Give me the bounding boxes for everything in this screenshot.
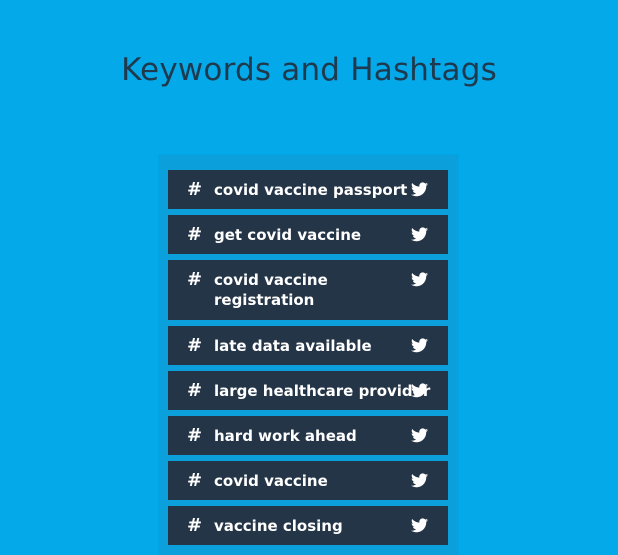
keyword-label: covid vaccine passport [214, 181, 408, 199]
keyword-item[interactable]: # covid vaccine registration [168, 260, 448, 320]
hashtag-icon: # [187, 269, 203, 290]
hashtag-icon: # [187, 224, 203, 245]
keyword-item[interactable]: # covid vaccine [168, 461, 448, 500]
twitter-icon[interactable] [411, 428, 428, 443]
keyword-item[interactable]: # large healthcare provider [168, 371, 448, 410]
hashtag-icon: # [187, 179, 203, 200]
keyword-label: covid vaccine registration [214, 271, 328, 309]
keyword-item[interactable]: # covid vaccine passport [168, 170, 448, 209]
page-title: Keywords and Hashtags [121, 52, 497, 88]
keyword-list: # covid vaccine passport # get covid vac… [168, 170, 448, 551]
twitter-icon[interactable] [411, 473, 428, 488]
hashtag-icon: # [187, 425, 203, 446]
hashtag-icon: # [187, 335, 203, 356]
keyword-item[interactable]: # hard work ahead [168, 416, 448, 455]
keyword-label: get covid vaccine [214, 226, 362, 244]
keyword-item[interactable]: # late data available [168, 326, 448, 365]
keyword-label: hard work ahead [214, 427, 357, 445]
hashtag-icon: # [187, 470, 203, 491]
twitter-icon[interactable] [411, 227, 428, 242]
twitter-icon[interactable] [411, 272, 428, 287]
keyword-label: vaccine closing [214, 517, 343, 535]
keyword-label: covid vaccine [214, 472, 328, 490]
hashtag-icon: # [187, 515, 203, 536]
twitter-icon[interactable] [411, 338, 428, 353]
twitter-icon[interactable] [411, 182, 428, 197]
keyword-item[interactable]: # get covid vaccine [168, 215, 448, 254]
twitter-icon[interactable] [411, 518, 428, 533]
twitter-icon[interactable] [411, 383, 428, 398]
keyword-label: late data available [214, 337, 372, 355]
keyword-label: large healthcare provider [214, 382, 431, 400]
keyword-item[interactable]: # vaccine closing [168, 506, 448, 545]
hashtag-icon: # [187, 380, 203, 401]
